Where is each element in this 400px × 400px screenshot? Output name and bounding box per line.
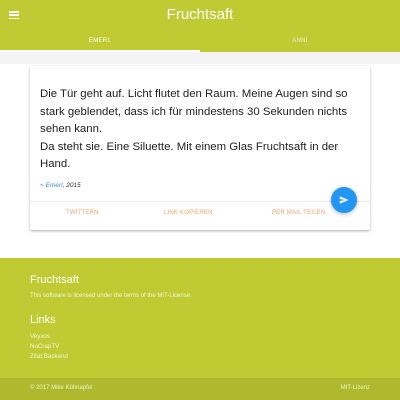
copy-link-button[interactable]: LINK KOPIEREN	[164, 210, 213, 216]
footer-title: Fruchtsaft	[30, 274, 79, 286]
tweet-button[interactable]: TWITTERN	[66, 210, 99, 216]
card-divider	[30, 201, 370, 202]
footer-link-nocraptv[interactable]: NoCrapTV	[30, 343, 59, 350]
tab-anni[interactable]: ANNI	[200, 30, 400, 52]
tab-bar: EMERL ANNI	[0, 30, 400, 52]
quote-line: Da steht sie. Eine Siluette. Mit einem G…	[40, 140, 339, 153]
footer-link-zitat-backend[interactable]: Zitat Backend	[30, 353, 68, 360]
quote-text: Die Tür geht auf. Licht flutet den Raum.…	[40, 86, 365, 174]
quote-line: sehen kann.	[40, 123, 103, 135]
sub-footer: © 2017 Mike Kühnapfel MIT-Lizenz	[0, 378, 400, 400]
quote-author: ~ Emerl, 2015	[40, 182, 81, 189]
tab-emerl-label: EMERL	[88, 38, 112, 44]
footer: Fruchtsaft This software is licensed und…	[0, 258, 400, 378]
links-heading: Links	[30, 314, 56, 326]
app-bar: Fruchtsaft	[0, 0, 400, 30]
quote-line: stark geblendet, dass ich für mindestens…	[40, 105, 348, 118]
footer-link-veyxos[interactable]: Veyxos	[30, 333, 50, 340]
author-name[interactable]: Emerl	[46, 182, 63, 189]
tab-anni-label: ANNI	[292, 38, 308, 44]
tab-emerl[interactable]: EMERL	[0, 30, 200, 52]
copyright-text: © 2017 Mike Kühnapfel	[30, 385, 93, 391]
quote-card: Die Tür geht auf. Licht flutet den Raum.…	[30, 66, 370, 230]
author-year: , 2015	[62, 182, 81, 189]
app-title: Fruchtsaft	[166, 6, 234, 23]
quote-line: Hand.	[40, 158, 71, 170]
card-actions: TWITTERN LINK KOPIEREN PER MAIL TEILEN	[30, 210, 370, 222]
send-button[interactable]	[331, 187, 357, 213]
mit-license-link[interactable]: MIT-Lizenz	[341, 385, 370, 391]
quote-line: Die Tür geht auf. Licht flutet den Raum.…	[40, 88, 348, 100]
license-text: This software is licensed under the term…	[30, 293, 192, 299]
email-share-button[interactable]: PER MAIL TEILEN	[272, 210, 325, 216]
send-icon	[339, 196, 349, 204]
